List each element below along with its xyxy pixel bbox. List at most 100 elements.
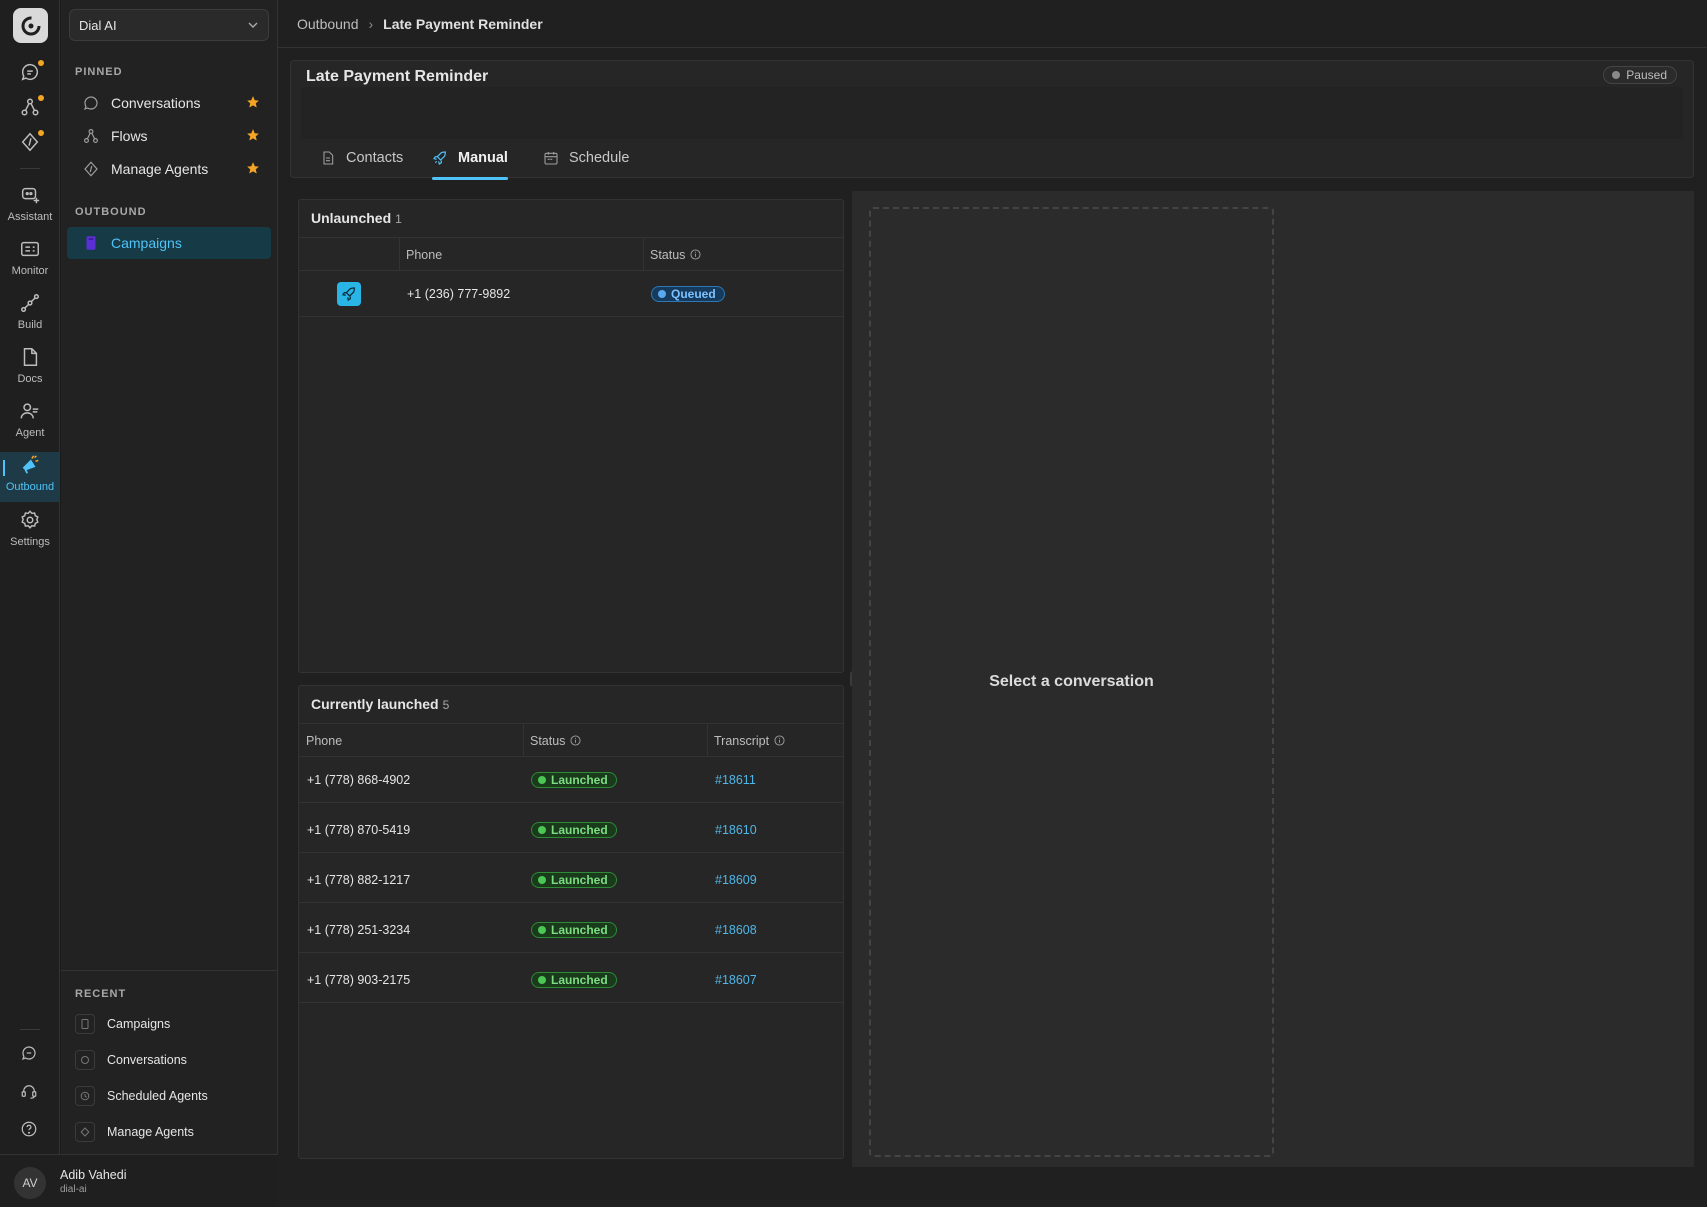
rocket-icon xyxy=(433,151,446,165)
rail-label: Settings xyxy=(10,536,50,548)
rail-divider xyxy=(20,1029,40,1030)
rail-item-outbound[interactable]: Outbound xyxy=(0,452,60,502)
recent-item-conversations[interactable]: Conversations xyxy=(75,1048,187,1072)
column-header-label: Phone xyxy=(306,733,343,748)
table-header: Phone Status xyxy=(299,237,843,271)
panel-title: Unlaunched 1 xyxy=(311,210,402,226)
workspace-name: Dial AI xyxy=(79,17,117,33)
status-dot xyxy=(538,876,546,884)
rail-item-docs[interactable]: Docs xyxy=(0,344,60,394)
sidebar-item-manage-agents[interactable]: Manage Agents xyxy=(67,153,271,184)
tab-manual[interactable]: Manual xyxy=(432,139,508,180)
user-org: dial-ai xyxy=(60,1184,87,1195)
rail-item-build[interactable]: Build xyxy=(0,290,60,340)
status-badge: Launched xyxy=(531,822,617,838)
status-label: Launched xyxy=(551,773,608,787)
icon-rail: Assistant Monitor Build Docs Agent Outbo… xyxy=(0,0,60,1207)
empty-state-text: Select a conversation xyxy=(989,673,1154,690)
table-row[interactable]: +1 (778) 870-5419 Launched #18610 xyxy=(299,807,843,853)
transcript-link[interactable]: #18610 xyxy=(707,807,757,853)
star-icon[interactable] xyxy=(246,161,260,175)
transcript-link[interactable]: #18609 xyxy=(707,857,757,903)
monitor-icon xyxy=(21,241,39,257)
transcript-link[interactable]: #18607 xyxy=(707,957,757,1003)
recent-item-manage-agents[interactable]: Manage Agents xyxy=(75,1120,194,1144)
star-icon[interactable] xyxy=(246,128,260,142)
tab-contacts[interactable]: Contacts xyxy=(320,139,403,177)
info-icon[interactable] xyxy=(774,735,785,746)
column-header-label: Status xyxy=(530,733,566,748)
column-header-transcript[interactable]: Transcript xyxy=(707,724,843,757)
transcript-link[interactable]: #18611 xyxy=(707,757,756,803)
sidebar-item-label: Conversations xyxy=(111,94,201,111)
phone-cell: +1 (236) 777-9892 xyxy=(407,287,511,301)
header-band xyxy=(301,87,1683,139)
help-icon[interactable] xyxy=(20,1120,40,1140)
column-header-label: Status xyxy=(650,247,686,262)
status-badge-label: Paused xyxy=(1626,68,1667,82)
app-logo[interactable] xyxy=(13,8,48,43)
sidebar-item-label: Campaigns xyxy=(111,235,182,251)
workspace-selector[interactable]: Dial AI xyxy=(69,9,269,41)
campaign-icon xyxy=(86,236,96,250)
breadcrumb: Outbound › Late Payment Reminder xyxy=(278,0,1707,48)
outbound-heading: OUTBOUND xyxy=(75,206,147,218)
column-header-status[interactable]: Status xyxy=(643,238,843,271)
column-header-phone[interactable]: Phone xyxy=(399,238,643,271)
column-header-phone[interactable]: Phone xyxy=(299,724,523,757)
star-icon[interactable] xyxy=(246,95,260,109)
sidebar-divider xyxy=(61,970,278,971)
rail-label: Assistant xyxy=(7,211,53,223)
status-label: Launched xyxy=(551,923,608,937)
rail-divider xyxy=(20,168,40,169)
sidebar-item-conversations[interactable]: Conversations xyxy=(67,87,271,118)
launch-cell xyxy=(337,271,361,317)
phone-cell: +1 (778) 870-5419 xyxy=(307,823,411,837)
phone-cell: +1 (778) 882-1217 xyxy=(307,873,411,887)
agents-code-icon xyxy=(75,1122,95,1142)
rail-item-agent[interactable]: Agent xyxy=(0,398,60,448)
headset-icon[interactable] xyxy=(20,1082,40,1102)
rail-conversations-icon[interactable] xyxy=(19,60,44,83)
agent-icon xyxy=(20,403,39,419)
panel-title: Currently launched 5 xyxy=(311,696,449,712)
launch-button[interactable] xyxy=(337,282,361,306)
recent-item-scheduled-agents[interactable]: Scheduled Agents xyxy=(75,1084,208,1108)
rail-label: Monitor xyxy=(11,265,49,277)
table-row[interactable]: +1 (236) 777-9892 Queued xyxy=(299,271,843,317)
table-row[interactable]: +1 (778) 868-4902 Launched #18611 xyxy=(299,757,843,803)
sidebar-item-campaigns[interactable]: Campaigns xyxy=(67,227,271,259)
column-header-status[interactable]: Status xyxy=(523,724,707,757)
recent-item-label: Conversations xyxy=(107,1053,187,1067)
tab-label: Schedule xyxy=(569,150,630,166)
transcript-link[interactable]: #18608 xyxy=(707,907,757,953)
tab-label: Manual xyxy=(458,150,508,166)
status-dot xyxy=(538,826,546,834)
rail-agents-icon[interactable] xyxy=(19,130,44,153)
status-cell: Launched xyxy=(523,957,617,1003)
chat-bubble-icon xyxy=(75,1050,95,1070)
info-icon[interactable] xyxy=(690,249,701,260)
recent-item-campaigns[interactable]: Campaigns xyxy=(75,1012,170,1036)
rail-flows-icon[interactable] xyxy=(19,95,44,118)
sidebar-item-flows[interactable]: Flows xyxy=(67,120,271,151)
status-badge: Launched xyxy=(531,922,617,938)
breadcrumb-outbound[interactable]: Outbound xyxy=(297,16,359,32)
chat-support-icon[interactable] xyxy=(20,1044,40,1064)
rail-item-assistant[interactable]: Assistant xyxy=(0,182,60,232)
rail-item-settings[interactable]: Settings xyxy=(0,507,60,557)
rail-item-monitor[interactable]: Monitor xyxy=(0,236,60,286)
info-icon[interactable] xyxy=(570,735,581,746)
pinned-heading: PINNED xyxy=(75,66,123,78)
table-row[interactable]: +1 (778) 903-2175 Launched #18607 xyxy=(299,957,843,1003)
user-profile[interactable]: AV Adib Vahedi dial-ai xyxy=(0,1154,278,1207)
status-label: Queued xyxy=(671,287,716,301)
panel-title-text: Unlaunched xyxy=(311,210,392,226)
assistant-icon xyxy=(21,187,40,204)
sidebar-item-label: Manage Agents xyxy=(111,160,209,177)
table-row[interactable]: +1 (778) 882-1217 Launched #18609 xyxy=(299,857,843,903)
tab-schedule[interactable]: Schedule xyxy=(543,139,629,177)
unlaunched-panel: Unlaunched 1 Phone Status +1 (236) 777-98… xyxy=(298,199,844,673)
status-cell: Launched xyxy=(523,807,617,853)
table-row[interactable]: +1 (778) 251-3234 Launched #18608 xyxy=(299,907,843,953)
